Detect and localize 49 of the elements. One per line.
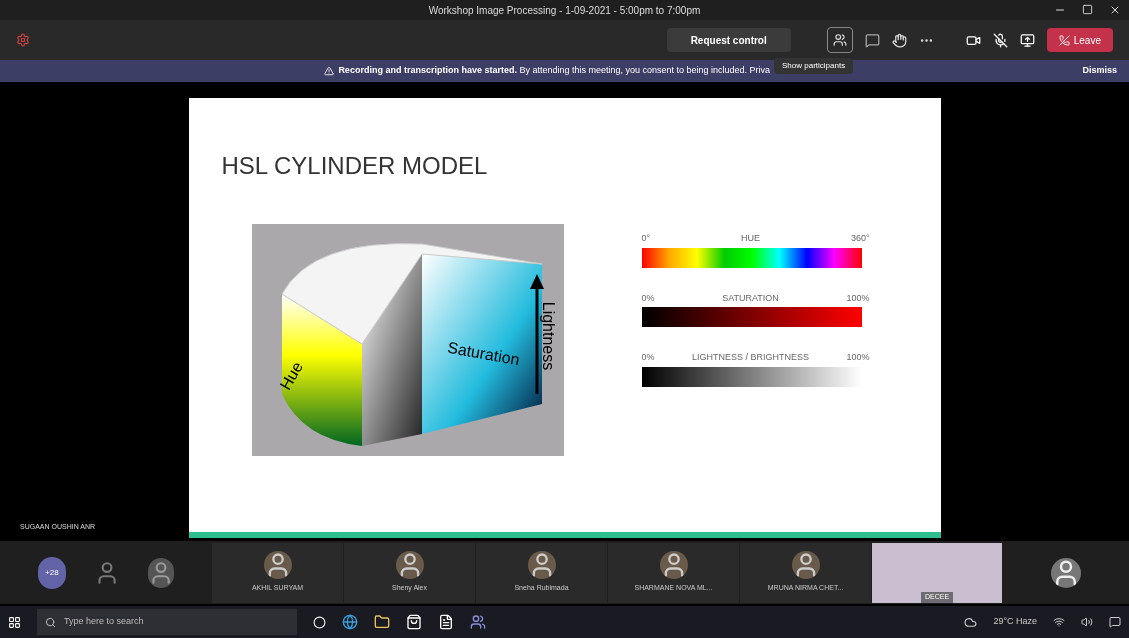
scale-label: 100% [846, 351, 870, 364]
bar-label: SATURATION [722, 291, 779, 305]
avatar-icon [395, 551, 424, 580]
banner-message: Recording and transcription have started. By attending this meeting, you consent to being included. Priva [338, 64, 771, 78]
taskbar-search[interactable]: Type here to search [37, 609, 297, 635]
close-icon[interactable] [1109, 4, 1121, 16]
scale-label: 360° [850, 232, 870, 245]
browser-icon[interactable] [342, 614, 358, 630]
maximize-icon[interactable] [1082, 4, 1093, 15]
diagram-label: Saturation [444, 337, 521, 371]
overflow-count[interactable]: +28 [38, 556, 66, 589]
request-control-button[interactable]: Request control [666, 28, 791, 52]
share-icon[interactable] [1019, 32, 1035, 48]
bar-label: HUE [741, 232, 760, 245]
diagram-label: Hue [275, 357, 307, 395]
leave-button[interactable]: Leave [1046, 28, 1113, 52]
slide-title: HSL CYLINDER MODEL [221, 151, 489, 181]
notification-icon[interactable] [1109, 616, 1121, 628]
wifi-icon [1053, 616, 1065, 628]
phone-icon [1058, 34, 1070, 46]
scale-label: 100% [846, 291, 870, 305]
weather-icon [964, 615, 978, 629]
scale-label: 0% [641, 351, 655, 364]
avatar-icon [147, 557, 174, 588]
warning-icon [324, 66, 335, 76]
hand-icon[interactable] [891, 32, 907, 48]
tooltip: Show participants [774, 58, 854, 74]
avatar-icon [659, 551, 688, 580]
mic-icon[interactable] [992, 32, 1008, 48]
dismiss-button[interactable]: Dismiss [1082, 64, 1117, 78]
document-icon[interactable] [438, 614, 454, 630]
scale-label: 0% [641, 291, 655, 305]
start-icon[interactable] [8, 615, 21, 629]
search-icon [45, 616, 56, 628]
bar-label: LIGHTNESS / BRIGHTNESS [691, 351, 809, 364]
avatar-icon [791, 551, 820, 580]
avatar-icon [527, 551, 556, 580]
avatar-icon [1050, 557, 1081, 588]
diagram-label: Lightness [538, 301, 558, 371]
folder-icon[interactable] [374, 614, 390, 630]
store-icon[interactable] [406, 614, 422, 630]
volume-icon [1081, 616, 1093, 628]
participants-icon[interactable] [826, 27, 853, 53]
scale-label: 0° [641, 232, 651, 245]
settings-icon[interactable] [16, 33, 30, 47]
avatar-icon [263, 551, 292, 580]
window-title: Workshop Image Processing - 1-09-2021 - 5:00pm to 7:00pm [428, 3, 701, 18]
weather-text: 29°C Haze [993, 615, 1037, 629]
chat-icon[interactable] [864, 32, 880, 48]
